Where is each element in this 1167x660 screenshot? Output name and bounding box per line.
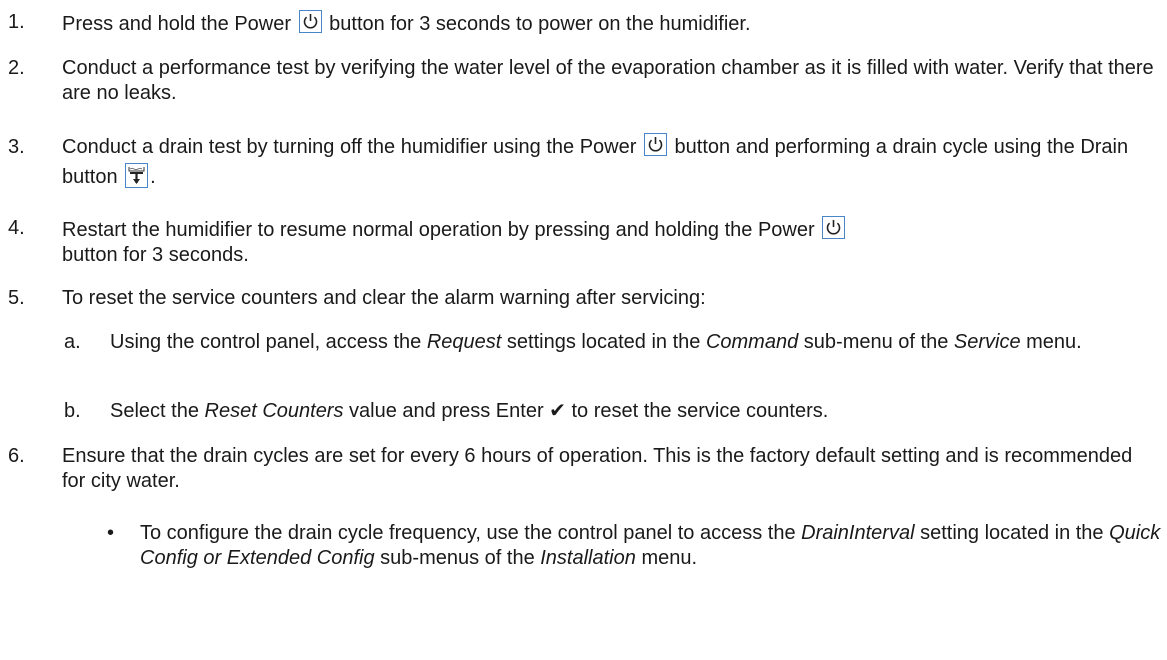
bullet-item: • To configure the drain cycle frequency… bbox=[0, 521, 1161, 571]
step-number: 2. bbox=[8, 57, 25, 79]
substep-letter: a. bbox=[64, 331, 81, 353]
step-2: 2. Conduct a performance test by verifyi… bbox=[0, 56, 1161, 106]
step-text: To reset the service counters and clear … bbox=[62, 287, 706, 309]
power-icon bbox=[822, 216, 846, 239]
substep-text: Using the control panel, access the Requ… bbox=[110, 331, 1082, 353]
emphasis: Service bbox=[953, 331, 1021, 353]
emphasis: Installation bbox=[540, 547, 636, 569]
step-text: Press and hold the Power button for 3 se… bbox=[62, 10, 1161, 37]
substep-letter: b. bbox=[64, 400, 81, 422]
step-number: 5. bbox=[8, 287, 25, 309]
emphasis: Command bbox=[705, 331, 799, 353]
checkmark-icon: ✔ bbox=[549, 400, 566, 422]
power-icon bbox=[298, 10, 322, 33]
step-1: 1. Press and hold the Power button for 3… bbox=[0, 10, 1161, 37]
step-number: 6. bbox=[8, 445, 25, 467]
emphasis: DrainInterval bbox=[801, 522, 915, 544]
emphasis: Reset Counters bbox=[204, 400, 344, 422]
substep-text: Select the Reset Counters value and pres… bbox=[110, 400, 829, 422]
step-number: 4. bbox=[8, 217, 25, 239]
step-text: Ensure that the drain cycles are set for… bbox=[62, 445, 1133, 492]
step-text: Conduct a drain test by turning off the … bbox=[62, 132, 1161, 192]
step-5: 5. To reset the service counters and cle… bbox=[0, 286, 1161, 311]
step-6: 6. Ensure that the drain cycles are set … bbox=[0, 444, 1161, 494]
step-text: Conduct a performance test by verifying … bbox=[62, 57, 1154, 104]
step-number: 3. bbox=[8, 136, 25, 158]
substep-b: b. Select the Reset Counters value and p… bbox=[0, 399, 1161, 424]
bullet-text: To configure the drain cycle frequency, … bbox=[140, 522, 1161, 569]
substep-a: a. Using the control panel, access the R… bbox=[0, 330, 1161, 355]
step-number: 1. bbox=[8, 11, 25, 33]
step-3: 3. Conduct a drain test by turning off t… bbox=[0, 132, 1161, 192]
step-4: 4. Restart the humidifier to resume norm… bbox=[0, 216, 1161, 268]
emphasis: Request bbox=[426, 331, 502, 353]
step-text: Restart the humidifier to resume normal … bbox=[62, 216, 1161, 268]
bullet-dot: • bbox=[107, 522, 115, 544]
drain-icon bbox=[125, 163, 149, 188]
power-icon bbox=[643, 133, 667, 156]
